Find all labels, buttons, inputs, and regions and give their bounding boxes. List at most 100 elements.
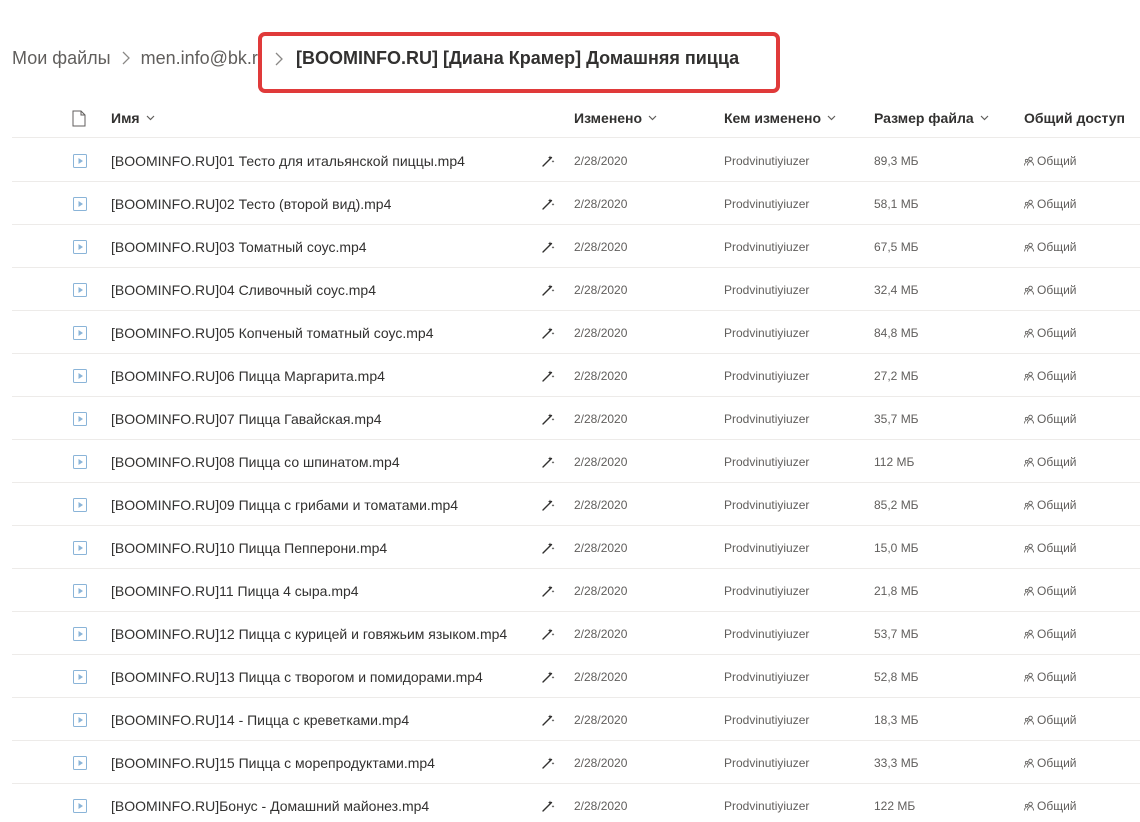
breadcrumb-current-folder: [BOOMINFO.RU] [Диана Крамер] Домашняя пи… bbox=[296, 48, 740, 68]
share-action-icon[interactable] bbox=[541, 569, 555, 612]
people-icon bbox=[1024, 414, 1034, 424]
video-file-icon bbox=[72, 526, 88, 569]
file-modified-by[interactable]: Prodvinutiyiuzer bbox=[724, 741, 809, 784]
file-sharing[interactable]: Общий bbox=[1024, 182, 1077, 225]
file-name[interactable]: [BOOMINFO.RU]12 Пицца с курицей и говяжь… bbox=[111, 612, 507, 655]
file-modified-by[interactable]: Prodvinutiyiuzer bbox=[724, 655, 809, 698]
column-header-name[interactable]: Имя bbox=[111, 98, 155, 138]
share-action-icon[interactable] bbox=[541, 483, 555, 526]
file-sharing[interactable]: Общий bbox=[1024, 354, 1077, 397]
file-row[interactable]: [BOOMINFO.RU]15 Пицца с морепродуктами.m… bbox=[12, 741, 1140, 784]
column-header-size[interactable]: Размер файла bbox=[874, 98, 989, 138]
file-name[interactable]: [BOOMINFO.RU]02 Тесто (второй вид).mp4 bbox=[111, 182, 391, 225]
file-sharing[interactable]: Общий bbox=[1024, 311, 1077, 354]
file-name[interactable]: [BOOMINFO.RU]10 Пицца Пепперони.mp4 bbox=[111, 526, 387, 569]
file-sharing[interactable]: Общий bbox=[1024, 784, 1077, 822]
column-size-label: Размер файла bbox=[874, 110, 974, 126]
file-name[interactable]: [BOOMINFO.RU]03 Томатный соус.mp4 bbox=[111, 225, 367, 268]
share-action-icon[interactable] bbox=[541, 139, 555, 182]
file-sharing[interactable]: Общий bbox=[1024, 569, 1077, 612]
file-sharing[interactable]: Общий bbox=[1024, 139, 1077, 182]
share-action-icon[interactable] bbox=[541, 784, 555, 822]
share-action-icon[interactable] bbox=[541, 741, 555, 784]
chevron-right-icon bbox=[121, 51, 131, 65]
file-modified-by[interactable]: Prodvinutiyiuzer bbox=[724, 268, 809, 311]
file-modified-by[interactable]: Prodvinutiyiuzer bbox=[724, 182, 809, 225]
video-file-icon bbox=[72, 483, 88, 526]
share-action-icon[interactable] bbox=[541, 698, 555, 741]
file-row[interactable]: [BOOMINFO.RU]12 Пицца с курицей и говяжь… bbox=[12, 612, 1140, 655]
file-modified-by[interactable]: Prodvinutiyiuzer bbox=[724, 483, 809, 526]
file-modified-by[interactable]: Prodvinutiyiuzer bbox=[724, 139, 809, 182]
column-header-modified[interactable]: Изменено bbox=[574, 98, 657, 138]
file-row[interactable]: [BOOMINFO.RU]07 Пицца Гавайская.mp4 2/28… bbox=[12, 397, 1140, 440]
file-name[interactable]: [BOOMINFO.RU]11 Пицца 4 сыра.mp4 bbox=[111, 569, 359, 612]
share-action-icon[interactable] bbox=[541, 182, 555, 225]
file-modified-by[interactable]: Prodvinutiyiuzer bbox=[724, 225, 809, 268]
file-list-header: Имя Изменено Кем изменено Размер файла О… bbox=[12, 98, 1140, 138]
share-action-icon[interactable] bbox=[541, 440, 555, 483]
file-row[interactable]: [BOOMINFO.RU]13 Пицца с творогом и помид… bbox=[12, 655, 1140, 698]
file-modified-by[interactable]: Prodvinutiyiuzer bbox=[724, 612, 809, 655]
column-header-modified-by[interactable]: Кем изменено bbox=[724, 98, 836, 138]
file-modified-by[interactable]: Prodvinutiyiuzer bbox=[724, 397, 809, 440]
file-row[interactable]: [BOOMINFO.RU]11 Пицца 4 сыра.mp4 2/28/20… bbox=[12, 569, 1140, 612]
file-sharing[interactable]: Общий bbox=[1024, 655, 1077, 698]
file-sharing[interactable]: Общий bbox=[1024, 741, 1077, 784]
file-name[interactable]: [BOOMINFO.RU]09 Пицца с грибами и томата… bbox=[111, 483, 458, 526]
file-modified-by[interactable]: Prodvinutiyiuzer bbox=[724, 784, 809, 822]
video-file-icon bbox=[72, 655, 88, 698]
file-modified-by[interactable]: Prodvinutiyiuzer bbox=[724, 354, 809, 397]
file-sharing[interactable]: Общий bbox=[1024, 440, 1077, 483]
file-name[interactable]: [BOOMINFO.RU]06 Пицца Маргарита.mp4 bbox=[111, 354, 385, 397]
file-modified-by[interactable]: Prodvinutiyiuzer bbox=[724, 311, 809, 354]
file-sharing[interactable]: Общий bbox=[1024, 268, 1077, 311]
file-name[interactable]: [BOOMINFO.RU]01 Тесто для итальянской пи… bbox=[111, 139, 465, 182]
file-size: 53,7 МБ bbox=[874, 626, 919, 641]
share-action-icon[interactable] bbox=[541, 526, 555, 569]
file-sharing[interactable]: Общий bbox=[1024, 612, 1077, 655]
file-list: [BOOMINFO.RU]01 Тесто для итальянской пи… bbox=[12, 139, 1140, 822]
file-sharing[interactable]: Общий bbox=[1024, 397, 1077, 440]
video-file-icon bbox=[72, 225, 88, 268]
share-action-icon[interactable] bbox=[541, 225, 555, 268]
file-row[interactable]: [BOOMINFO.RU]03 Томатный соус.mp4 2/28/2… bbox=[12, 225, 1140, 268]
file-modified-by[interactable]: Prodvinutiyiuzer bbox=[724, 569, 809, 612]
file-name[interactable]: [BOOMINFO.RU]04 Сливочный соус.mp4 bbox=[111, 268, 376, 311]
file-name[interactable]: [BOOMINFO.RU]13 Пицца с творогом и помид… bbox=[111, 655, 483, 698]
file-sharing[interactable]: Общий bbox=[1024, 225, 1077, 268]
file-row[interactable]: [BOOMINFO.RU]09 Пицца с грибами и томата… bbox=[12, 483, 1140, 526]
share-action-icon[interactable] bbox=[541, 397, 555, 440]
file-row[interactable]: [BOOMINFO.RU]Бонус - Домашний майонез.mp… bbox=[12, 784, 1140, 822]
sharing-label: Общий bbox=[1037, 282, 1077, 297]
file-name[interactable]: [BOOMINFO.RU]14 - Пицца с креветками.mp4 bbox=[111, 698, 409, 741]
file-name[interactable]: [BOOMINFO.RU]05 Копченый томатный соус.m… bbox=[111, 311, 434, 354]
file-name[interactable]: [BOOMINFO.RU]Бонус - Домашний майонез.mp… bbox=[111, 784, 429, 822]
column-header-sharing[interactable]: Общий доступ bbox=[1024, 98, 1125, 138]
share-action-icon[interactable] bbox=[541, 354, 555, 397]
share-action-icon[interactable] bbox=[541, 311, 555, 354]
breadcrumb-my-files[interactable]: Мои файлы bbox=[12, 48, 111, 69]
file-row[interactable]: [BOOMINFO.RU]05 Копченый томатный соус.m… bbox=[12, 311, 1140, 354]
share-action-icon[interactable] bbox=[541, 268, 555, 311]
file-name[interactable]: [BOOMINFO.RU]08 Пицца со шпинатом.mp4 bbox=[111, 440, 400, 483]
file-row[interactable]: [BOOMINFO.RU]14 - Пицца с креветками.mp4… bbox=[12, 698, 1140, 741]
file-row[interactable]: [BOOMINFO.RU]06 Пицца Маргарита.mp4 2/28… bbox=[12, 354, 1140, 397]
file-row[interactable]: [BOOMINFO.RU]10 Пицца Пепперони.mp4 2/28… bbox=[12, 526, 1140, 569]
file-modified-by[interactable]: Prodvinutiyiuzer bbox=[724, 526, 809, 569]
file-row[interactable]: [BOOMINFO.RU]02 Тесто (второй вид).mp4 2… bbox=[12, 182, 1140, 225]
file-row[interactable]: [BOOMINFO.RU]04 Сливочный соус.mp4 2/28/… bbox=[12, 268, 1140, 311]
file-sharing[interactable]: Общий bbox=[1024, 483, 1077, 526]
file-name[interactable]: [BOOMINFO.RU]07 Пицца Гавайская.mp4 bbox=[111, 397, 382, 440]
file-name[interactable]: [BOOMINFO.RU]15 Пицца с морепродуктами.m… bbox=[111, 741, 435, 784]
share-action-icon[interactable] bbox=[541, 612, 555, 655]
file-type-icon[interactable] bbox=[72, 98, 86, 138]
file-modified-by[interactable]: Prodvinutiyiuzer bbox=[724, 440, 809, 483]
file-row[interactable]: [BOOMINFO.RU]01 Тесто для итальянской пи… bbox=[12, 139, 1140, 182]
file-modified-by[interactable]: Prodvinutiyiuzer bbox=[724, 698, 809, 741]
share-action-icon[interactable] bbox=[541, 655, 555, 698]
breadcrumb-account[interactable]: men.info@bk.ru bbox=[141, 48, 268, 69]
file-sharing[interactable]: Общий bbox=[1024, 526, 1077, 569]
file-sharing[interactable]: Общий bbox=[1024, 698, 1077, 741]
file-row[interactable]: [BOOMINFO.RU]08 Пицца со шпинатом.mp4 2/… bbox=[12, 440, 1140, 483]
